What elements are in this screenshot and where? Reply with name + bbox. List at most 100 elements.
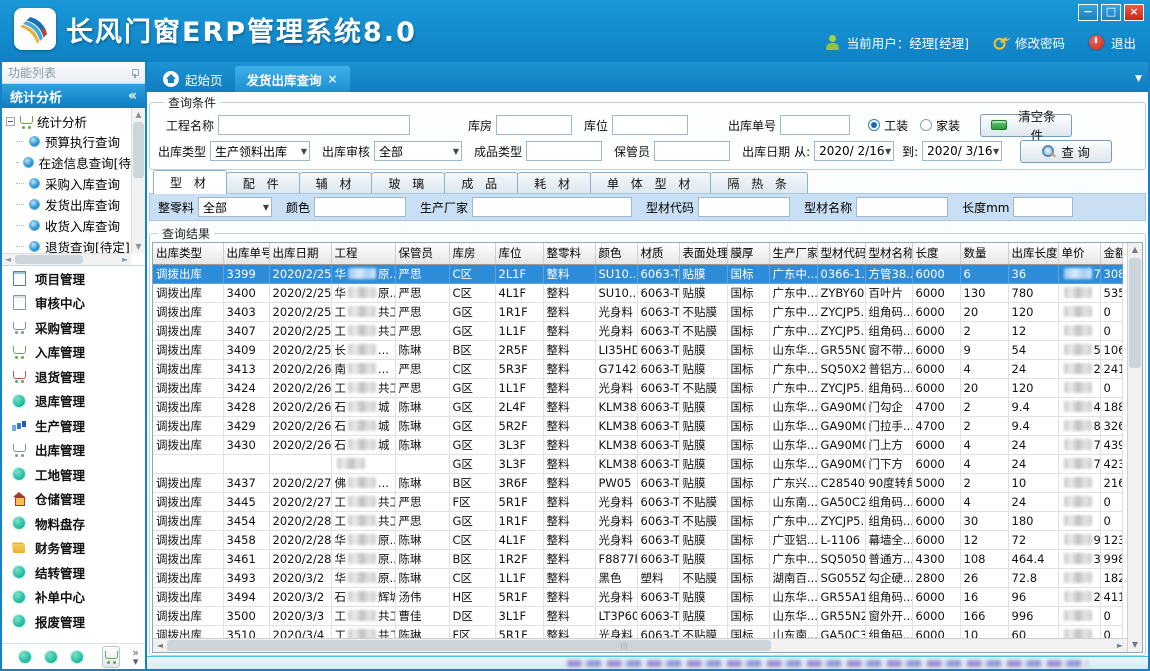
table-row[interactable]: 调拨出库34942020/3/2石辉城汤伟H区5R1F整料光身料6063-T5贴… [153, 587, 1122, 606]
audit-select[interactable]: 全部▼ [374, 141, 462, 161]
out-type-select[interactable]: 生产领料出库▼ [210, 141, 310, 161]
grid-scroll-up-icon[interactable]: ▲ [1128, 243, 1142, 257]
grid-horizontal-scrollbar[interactable]: ◄ ||| ► [153, 638, 1127, 652]
product-type-input[interactable] [526, 141, 602, 161]
table-row[interactable]: 调拨出库33992020/2/25华原...严思C区2L1F整料SU10...6… [153, 264, 1122, 283]
tab-close-icon[interactable]: × [328, 72, 338, 86]
color-input[interactable] [314, 197, 406, 217]
material-tab-5[interactable]: 成 品 [444, 172, 518, 194]
grid-hscroll-thumb[interactable] [167, 640, 771, 651]
tree-item-4[interactable]: 发货出库查询 [16, 194, 131, 215]
sidebar-item-3[interactable]: 采购管理 [2, 315, 145, 340]
material-tab-2[interactable]: 配 件 [226, 172, 300, 194]
grid-vscroll-thumb[interactable] [1129, 258, 1141, 368]
search-button[interactable]: 查 询 [1020, 140, 1112, 163]
table-row[interactable]: 调拨出库34292020/2/26石城陈琳G区5R2F整料KLM38176063… [153, 416, 1122, 435]
length-input[interactable] [1013, 197, 1073, 217]
tree-vscroll-thumb[interactable] [133, 122, 144, 178]
tree-root-statistics[interactable]: 统计分析 [6, 112, 131, 131]
sidebar-item-8[interactable]: 出库管理 [2, 438, 145, 463]
footer-dot-icon-2[interactable] [44, 650, 58, 664]
scroll-up-icon[interactable]: ▲ [132, 108, 145, 121]
tree-expander-icon[interactable] [6, 117, 15, 126]
column-header-14[interactable]: 型材代码 [817, 243, 865, 264]
tree-item-6[interactable]: 退货查询[待定] [16, 236, 131, 253]
radio-gongzhuang[interactable] [868, 119, 880, 131]
collapse-icon[interactable]: « [128, 88, 137, 104]
scroll-left-icon[interactable]: ◄ [2, 254, 14, 266]
column-header-9[interactable]: 颜色 [595, 243, 637, 264]
project-name-input[interactable] [218, 115, 410, 135]
close-button[interactable]: × [1124, 4, 1144, 21]
sidebar-item-11[interactable]: 物料盘存 [2, 511, 145, 536]
manufacturer-input[interactable] [472, 197, 632, 217]
sidebar-item-6[interactable]: 退库管理 [2, 389, 145, 414]
sidebar-item-5[interactable]: 退货管理 [2, 364, 145, 389]
tree-hscroll-thumb[interactable] [15, 255, 83, 264]
footer-overflow-chevron[interactable]: »▾ [132, 648, 139, 666]
footer-cart-button[interactable] [102, 646, 120, 668]
table-row[interactable]: 调拨出库34242020/2/26工共工程严思G区1L1F整料光身料6063-T… [153, 378, 1122, 397]
column-header-6[interactable]: 库房 [449, 243, 495, 264]
scroll-right-icon[interactable]: ► [119, 254, 131, 266]
table-row[interactable]: 调拨出库34372020/2/27佛...陈琳B区3R6F整料PW056063-… [153, 473, 1122, 492]
stats-panel-header[interactable]: 统计分析 « [2, 84, 145, 108]
grid-scroll-down-icon[interactable]: ▼ [1128, 638, 1142, 652]
profile-name-input[interactable] [856, 197, 948, 217]
column-header-10[interactable]: 材质 [637, 243, 679, 264]
table-row[interactable]: 调拨出库34032020/2/25工共工程严思G区1R1F整料光身料6063-T… [153, 302, 1122, 321]
maximize-button[interactable]: □ [1101, 4, 1121, 21]
change-password-link[interactable]: 修改密码 [1015, 33, 1065, 52]
table-row[interactable]: 调拨出库34452020/2/27工共工程严思F区5R1F整料光身料6063-T… [153, 492, 1122, 511]
column-header-5[interactable]: 保管员 [395, 243, 449, 264]
column-header-11[interactable]: 表面处理 [679, 243, 727, 264]
table-row[interactable]: 调拨出库34542020/2/28工共工程严思G区1R1F整料光身料6063-T… [153, 511, 1122, 530]
table-row[interactable]: 调拨出库34302020/2/26石城陈琳G区3L3F整料KLM38176063… [153, 435, 1122, 454]
radio-jiazhuang[interactable] [920, 119, 932, 131]
sidebar-item-1[interactable]: 项目管理 [2, 266, 145, 291]
sidebar-item-2[interactable]: 审核中心 [2, 291, 145, 316]
warehouse-input[interactable] [496, 115, 572, 135]
tab-list-dropdown-icon[interactable]: ▼ [1135, 74, 1142, 84]
column-header-4[interactable]: 工程 [331, 243, 395, 264]
tree-vertical-scrollbar[interactable]: ▲ ▼ [131, 108, 145, 253]
material-tab-6[interactable]: 耗 材 [517, 172, 591, 194]
column-header-19[interactable]: 单价 [1058, 243, 1100, 264]
column-header-12[interactable]: 膜厚 [727, 243, 769, 264]
logout-link[interactable]: 退出 [1111, 33, 1136, 52]
table-row[interactable]: 调拨出库34582020/2/28华原...陈琳C区4L1F整料光身料6063-… [153, 530, 1122, 549]
table-row[interactable]: 调拨出库34282020/2/26石城陈琳G区2L4F整料KLM38176063… [153, 397, 1122, 416]
tree-item-2[interactable]: 在途信息查询[待 [16, 152, 131, 173]
column-header-20[interactable]: 金额 [1100, 243, 1122, 264]
table-row[interactable]: 调拨出库34132020/2/26南...严思C区5R3F整料G71422606… [153, 359, 1122, 378]
tab-shipment-outbound-query[interactable]: 发货出库查询 × [235, 66, 350, 92]
material-tab-8[interactable]: 隔 热 条 [710, 172, 808, 194]
minimize-button[interactable]: − [1078, 4, 1098, 21]
date-from-select[interactable]: 2020/ 2/16▼ [814, 141, 894, 161]
grid-vertical-scrollbar[interactable]: ▲ ▼ [1127, 243, 1142, 652]
keeper-input[interactable] [654, 141, 730, 161]
sidebar-item-15[interactable]: 报废管理 [2, 609, 145, 634]
tree-item-3[interactable]: 采购入库查询 [16, 173, 131, 194]
tab-home[interactable]: 起始页 [151, 66, 235, 92]
tree-item-5[interactable]: 收货入库查询 [16, 215, 131, 236]
sidebar-item-12[interactable]: 财务管理 [2, 536, 145, 561]
tree-horizontal-scrollbar[interactable]: ◄ ► [2, 253, 131, 265]
column-header-8[interactable]: 整零料 [543, 243, 595, 264]
sidebar-item-10[interactable]: 仓储管理 [2, 487, 145, 512]
column-header-17[interactable]: 数量 [960, 243, 1008, 264]
date-to-select[interactable]: 2020/ 3/16▼ [922, 141, 1002, 161]
scroll-down-icon[interactable]: ▼ [132, 240, 145, 253]
column-header-3[interactable]: 出库日期 [269, 243, 331, 264]
sidebar-item-13[interactable]: 结转管理 [2, 560, 145, 585]
table-row[interactable]: 调拨出库34092020/2/25长...陈琳B区2R5F整料LI35HD606… [153, 340, 1122, 359]
sidebar-item-9[interactable]: 工地管理 [2, 462, 145, 487]
table-row[interactable]: 调拨出库34072020/2/25工共工程严思G区1L1F整料光身料6063-T… [153, 321, 1122, 340]
column-header-2[interactable]: 出库单号 [223, 243, 269, 264]
sidebar-item-14[interactable]: 补单中心 [2, 585, 145, 610]
table-row[interactable]: 调拨出库34932020/3/2华原...陈琳C区1L1F整料黑色塑料不贴膜国标… [153, 568, 1122, 587]
column-header-7[interactable]: 库位 [495, 243, 543, 264]
column-header-18[interactable]: 出库长度 [1008, 243, 1058, 264]
location-input[interactable] [612, 115, 688, 135]
material-tab-7[interactable]: 单 体 型 材 [590, 172, 711, 194]
